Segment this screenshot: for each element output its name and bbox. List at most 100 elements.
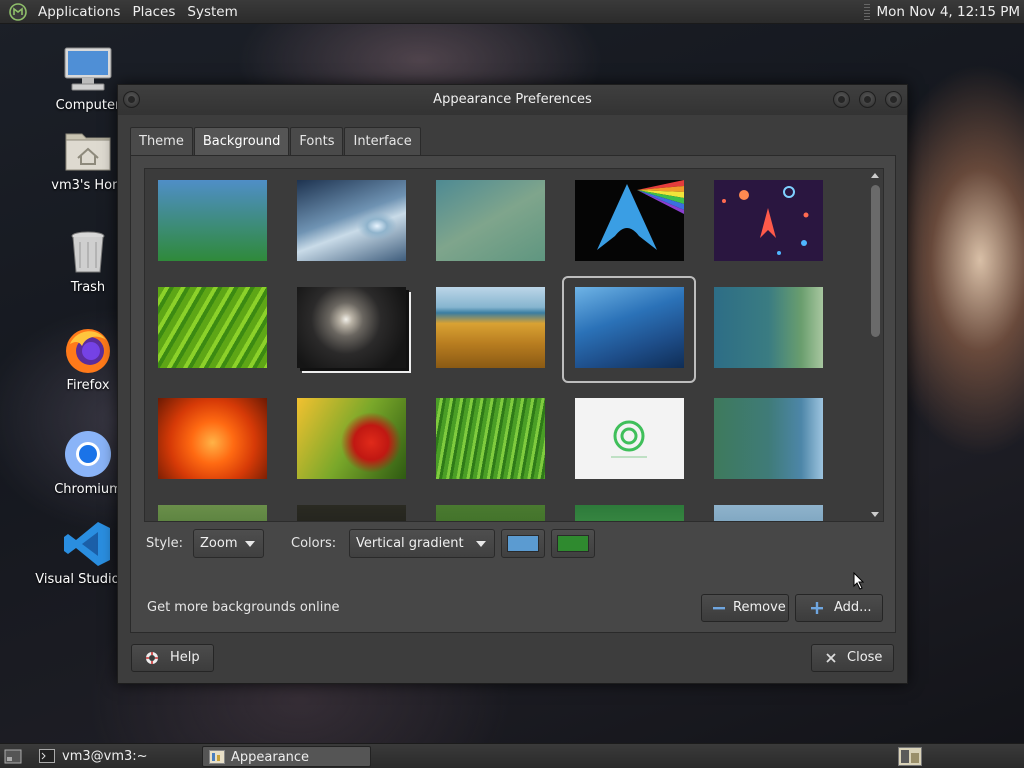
- menu-places[interactable]: Places: [126, 4, 181, 20]
- mouse-pointer-icon: [853, 572, 865, 590]
- close-button[interactable]: Close: [811, 644, 894, 672]
- home-folder-icon: [62, 124, 114, 176]
- menu-applications[interactable]: Applications: [32, 4, 126, 20]
- appearance-preferences-dialog: Appearance Preferences Theme Background …: [117, 84, 908, 684]
- wallpaper-thumbnail: [158, 505, 267, 521]
- wallpaper-water-drop[interactable]: [284, 169, 418, 276]
- wallpaper-thumbnail: [297, 398, 406, 479]
- computer-icon: [62, 44, 114, 96]
- scroll-down-arrow[interactable]: [871, 512, 879, 517]
- dialog-title: Appearance Preferences: [433, 92, 592, 107]
- wallpaper-thumbnail: [575, 180, 684, 261]
- mate-menu-icon[interactable]: [8, 2, 28, 22]
- remove-button[interactable]: Remove: [701, 594, 789, 622]
- wallpaper-wheat-field[interactable]: [423, 276, 557, 383]
- wallpaper-purple-space[interactable]: [701, 169, 835, 276]
- primary-color-button[interactable]: [501, 529, 545, 558]
- style-label: Style:: [146, 536, 184, 551]
- wallpaper-blue-waves[interactable]: [562, 276, 696, 383]
- wallpaper-thumbnail: [297, 287, 406, 368]
- dialog-titlebar[interactable]: Appearance Preferences: [118, 85, 907, 115]
- add-button[interactable]: Add...: [795, 594, 883, 622]
- wallpaper-thumbnail: [436, 287, 545, 368]
- help-label: Help: [170, 650, 200, 665]
- style-dropdown[interactable]: Zoom: [193, 529, 264, 558]
- tab-fonts[interactable]: Fonts: [290, 127, 344, 155]
- wallpaper-teal-sparkle[interactable]: [701, 276, 835, 383]
- wallpaper-spiral-galaxy[interactable]: [284, 276, 418, 383]
- trash-icon: [62, 226, 114, 278]
- remove-label: Remove: [733, 600, 786, 615]
- firefox-icon: [62, 324, 114, 376]
- secondary-color-swatch: [557, 535, 589, 552]
- wallpaper-green-grass[interactable]: [423, 387, 557, 494]
- tab-interface[interactable]: Interface: [344, 127, 421, 155]
- wallpaper-sky-partial[interactable]: [701, 494, 835, 521]
- window-menu-button[interactable]: [123, 91, 140, 108]
- close-icon: [826, 653, 836, 663]
- wallpaper-scrollbar[interactable]: [870, 171, 880, 519]
- wallpaper-thumbnail: [436, 180, 545, 261]
- task-appearance-preferences[interactable]: Appearance Prefere...: [202, 746, 371, 767]
- help-icon: [146, 652, 158, 664]
- wallpaper-red-flower[interactable]: [284, 387, 418, 494]
- wallpaper-thumbnail: [575, 398, 684, 479]
- close-window-button[interactable]: [885, 91, 902, 108]
- wallpaper-green-partial[interactable]: [423, 494, 557, 521]
- wallpaper-orange-flower[interactable]: [145, 387, 279, 494]
- clock[interactable]: Mon Nov 4, 12:15 PM: [876, 4, 1024, 20]
- wallpaper-blue-green-gradient[interactable]: [145, 169, 279, 276]
- tab-bar: Theme Background Fonts Interface: [130, 127, 422, 156]
- wallpaper-dark-partial[interactable]: [284, 494, 418, 521]
- wallpaper-thumbnail: [158, 398, 267, 479]
- wallpaper-thumbnail: [158, 180, 267, 261]
- secondary-color-button[interactable]: [551, 529, 595, 558]
- scrollbar-thumb[interactable]: [871, 185, 880, 337]
- style-value: Zoom: [200, 536, 238, 551]
- show-desktop-icon[interactable]: [4, 749, 22, 764]
- wallpaper-thumbnail: [714, 505, 823, 521]
- maximize-button[interactable]: [859, 91, 876, 108]
- tab-theme[interactable]: Theme: [130, 127, 193, 155]
- wallpaper-thumbnail: [297, 505, 406, 521]
- colors-dropdown[interactable]: Vertical gradient: [349, 529, 495, 558]
- wallpaper-thumbnail: [575, 287, 684, 368]
- primary-color-swatch: [507, 535, 539, 552]
- tab-background[interactable]: Background: [193, 127, 290, 156]
- wallpaper-green-leaf[interactable]: [145, 276, 279, 383]
- minimize-button[interactable]: [833, 91, 850, 108]
- bottom-panel: vm3@vm3:~ Appearance Prefere...: [0, 743, 1024, 768]
- chevron-down-icon: [245, 541, 255, 547]
- chevron-down-icon: [476, 541, 486, 547]
- wallpaper-thumbnail: [575, 505, 684, 521]
- more-backgrounds-link[interactable]: Get more backgrounds online: [147, 600, 340, 615]
- colors-value: Vertical gradient: [356, 536, 464, 551]
- workspace-switcher-icon[interactable]: [898, 747, 922, 766]
- task-terminal[interactable]: vm3@vm3:~: [33, 746, 198, 767]
- wallpaper-flowers-partial[interactable]: [145, 494, 279, 521]
- task-label: Appearance Prefere...: [231, 750, 310, 765]
- wallpaper-thumbnail: [158, 287, 267, 368]
- plus-icon: [811, 602, 823, 614]
- wallpaper-white-logo[interactable]: [562, 387, 696, 494]
- terminal-icon: [39, 749, 55, 763]
- appearance-icon: [209, 750, 225, 764]
- wallpaper-green-blue-blur[interactable]: [701, 387, 835, 494]
- wallpaper-thumbnail: [714, 287, 823, 368]
- add-label: Add...: [834, 600, 872, 615]
- wallpaper-thumbnail: [436, 398, 545, 479]
- minus-icon: [713, 607, 725, 610]
- wallpaper-thumbnail: [297, 180, 406, 261]
- menu-system[interactable]: System: [181, 4, 243, 20]
- close-label: Close: [847, 650, 883, 665]
- wallpaper-leaf-partial[interactable]: [562, 494, 696, 521]
- chromium-icon: [62, 428, 114, 480]
- wallpaper-soft-green-blur[interactable]: [423, 169, 557, 276]
- scroll-up-arrow[interactable]: [871, 173, 879, 178]
- panel-handle[interactable]: [864, 3, 871, 20]
- top-panel: Applications Places System Mon Nov 4, 12…: [0, 0, 1024, 24]
- colors-label: Colors:: [291, 536, 337, 551]
- vscode-icon: [62, 518, 114, 570]
- help-button[interactable]: Help: [131, 644, 214, 672]
- wallpaper-arch-prism[interactable]: [562, 169, 696, 276]
